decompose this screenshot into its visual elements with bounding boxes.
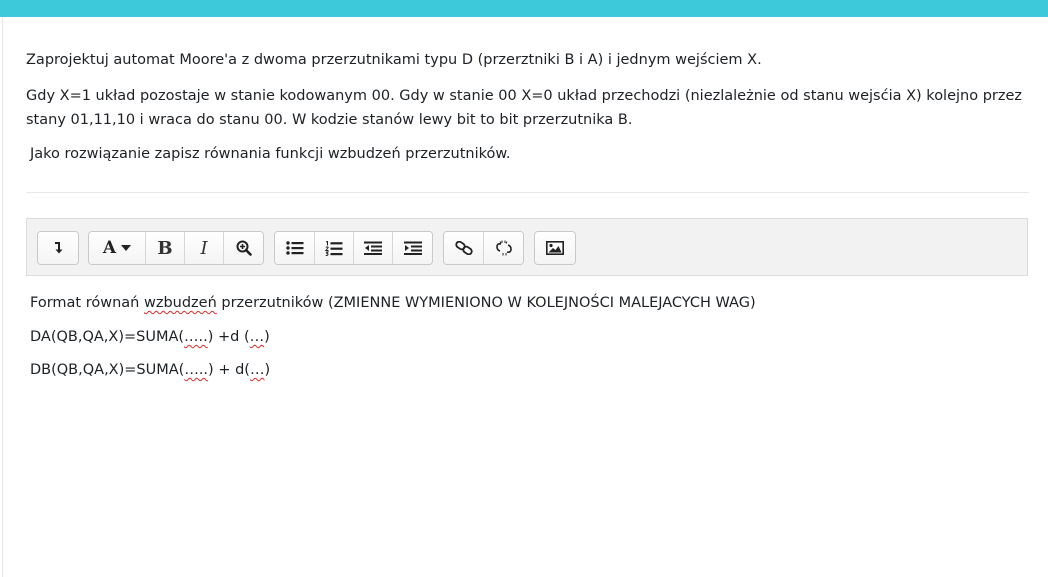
top-accent-bar	[0, 0, 1048, 17]
font-color-icon: A	[102, 238, 117, 258]
image-button[interactable]	[535, 232, 575, 264]
editor-text: DA(QB,QA,X)=SUMA(	[30, 329, 185, 345]
editor-text: ) + d(	[208, 362, 250, 378]
editor-text: DB(QB,QA,X)=SUMA(	[30, 362, 185, 378]
question-line-2: Gdy X=1 układ pozostaje w stanie kodowan…	[26, 88, 1023, 128]
collapse-button[interactable]	[38, 232, 78, 264]
outdent-button[interactable]	[354, 232, 393, 264]
toolbar-group-links	[443, 231, 524, 265]
chevron-down-icon	[121, 245, 132, 251]
left-border	[2, 17, 3, 577]
misspelled-word: wzbudzeń	[143, 295, 217, 311]
unlink-button[interactable]	[484, 232, 523, 264]
editor-line-3: DB(QB,QA,X)=SUMA(…..) + d(…)	[30, 359, 270, 381]
misspelled-word: …	[249, 329, 265, 345]
toolbar-group-lists	[274, 231, 433, 265]
editor-text: ) +d (	[207, 329, 250, 345]
indent-icon	[403, 241, 422, 255]
editor-line-2: DA(QB,QA,X)=SUMA(…..) +d (…)	[30, 326, 270, 348]
toolbar-group-collapse	[37, 231, 79, 265]
italic-icon: I	[200, 237, 208, 259]
unordered-list-button[interactable]	[275, 232, 315, 264]
editor-line-1: Format równań wzbudzeń przerzutników (ZM…	[30, 292, 756, 314]
link-button[interactable]	[444, 232, 484, 264]
italic-button[interactable]: I	[185, 232, 224, 264]
editor-text: )	[264, 329, 270, 345]
misspelled-word: …..	[184, 329, 208, 345]
toolbar-group-image	[534, 231, 576, 265]
toolbar-group-format: A B I	[88, 231, 264, 265]
ordered-list-icon	[325, 240, 343, 256]
zoom-button[interactable]	[224, 232, 263, 264]
bold-icon: B	[157, 237, 173, 259]
editor-toolbar: A B I	[26, 218, 1028, 276]
indent-button[interactable]	[393, 232, 432, 264]
question-line-3: Jako rozwiązanie zapisz równania funkcji…	[30, 146, 511, 162]
editor-text: przerzutników (ZMIENNE WYMIENIONO W KOLE…	[216, 295, 756, 311]
misspelled-word: …..	[184, 362, 209, 378]
divider	[26, 192, 1029, 193]
unlink-icon	[495, 240, 512, 256]
bold-button[interactable]: B	[146, 232, 185, 264]
link-icon	[454, 241, 473, 255]
editor-text: Format równań	[30, 295, 144, 311]
outdent-icon	[364, 241, 382, 255]
collapse-icon	[55, 242, 63, 254]
question-line-1: Zaprojektuj automat Moore'a z dwoma prze…	[26, 52, 762, 68]
misspelled-word: …	[249, 362, 265, 378]
ordered-list-button[interactable]	[315, 232, 354, 264]
zoom-icon	[236, 240, 252, 256]
image-icon	[546, 241, 564, 255]
font-color-button[interactable]: A	[89, 232, 146, 264]
unordered-list-icon	[285, 241, 303, 255]
editor-text: )	[264, 362, 271, 378]
